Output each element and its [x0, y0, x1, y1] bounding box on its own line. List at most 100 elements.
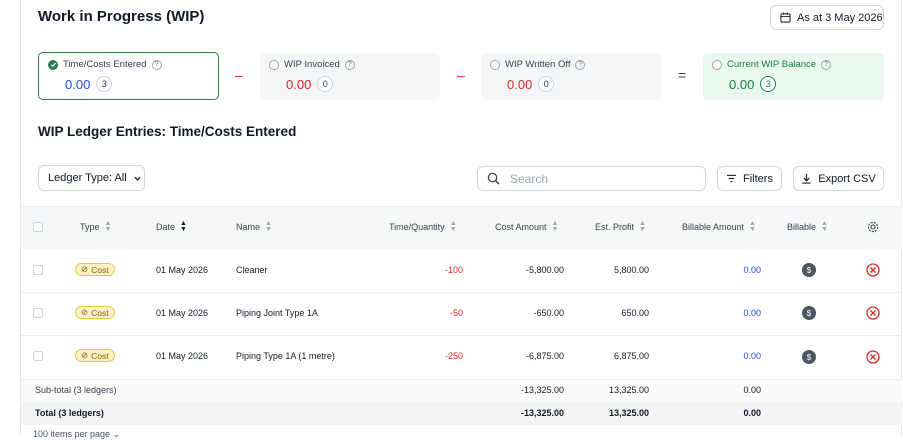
- billable-dollar-icon[interactable]: $: [802, 350, 816, 364]
- sort-icon: ▲ ▼: [749, 220, 756, 233]
- column-header-name[interactable]: Name ▲ ▼: [236, 220, 272, 233]
- subtotal-label: Sub-total (3 ledgers): [35, 385, 117, 395]
- sort-icon: ▲ ▼: [180, 220, 187, 233]
- filters-button[interactable]: Filters: [717, 166, 782, 191]
- summary-card-wip-written-off[interactable]: WIP Written Off ? 0.00 0: [481, 53, 662, 100]
- row-quantity: -50: [449, 308, 463, 318]
- summary-card-wip-invoiced[interactable]: WIP Invoiced ? 0.00 0: [260, 53, 440, 100]
- sort-icon: ▲ ▼: [449, 220, 457, 233]
- subtotal-profit: 13,325.00: [608, 385, 649, 395]
- summary-card-count: 0: [538, 76, 555, 92]
- row-quantity: -100: [444, 265, 463, 275]
- radio-icon: [490, 59, 500, 70]
- subtotal-cost: -13,325.00: [520, 385, 564, 395]
- row-name: Cleaner: [236, 265, 268, 275]
- select-all-checkbox[interactable]: [33, 222, 43, 232]
- summary-card-count: 3: [760, 76, 777, 92]
- billable-dollar-icon[interactable]: $: [802, 306, 816, 320]
- row-checkbox[interactable]: [33, 351, 43, 361]
- total-cost: -13,325.00: [520, 408, 564, 418]
- billable-dollar-icon[interactable]: $: [802, 263, 816, 277]
- help-icon[interactable]: ?: [151, 59, 162, 70]
- chevron-down-icon: [134, 176, 141, 181]
- row-date: 01 May 2026: [156, 308, 209, 318]
- row-checkbox[interactable]: [33, 265, 43, 275]
- type-tag: ⊘ Cost: [75, 306, 115, 319]
- row-cost-amount: -5,800.00: [525, 265, 564, 275]
- summary-card-label: Current WIP Balance: [727, 59, 817, 70]
- summary-card-value: 0.00: [729, 76, 755, 92]
- equals-operator: =: [678, 67, 687, 83]
- export-csv-label: Export CSV: [818, 172, 876, 185]
- summary-card-value: 0.00: [286, 76, 312, 92]
- link-icon: ⊘: [81, 307, 89, 317]
- row-date: 01 May 2026: [156, 351, 209, 361]
- row-billable-amount[interactable]: 0.00: [681, 351, 761, 361]
- search-box[interactable]: [477, 166, 706, 191]
- page-title: Work in Progress (WIP): [38, 8, 205, 25]
- help-icon[interactable]: ?: [821, 59, 832, 70]
- summary-card-value: 0.00: [65, 76, 91, 92]
- summary-card-count: 0: [317, 76, 334, 92]
- column-header-billable-amount[interactable]: Billable Amount ▲ ▼: [682, 220, 756, 233]
- row-est-profit: 650.00: [621, 308, 649, 318]
- summary-card-time-costs-entered[interactable]: Time/Costs Entered ? 0.00 3: [38, 52, 219, 100]
- row-date: 01 May 2026: [156, 265, 209, 275]
- search-icon: [487, 172, 500, 185]
- subtotal-billable-amount: 0.00: [743, 385, 761, 395]
- sort-icon: ▲ ▼: [265, 220, 272, 233]
- settings-gear-icon[interactable]: [867, 221, 879, 233]
- summary-card-value: 0.00: [507, 76, 533, 92]
- download-icon: [802, 173, 811, 184]
- table-header: [21, 206, 902, 249]
- summary-card-current-wip-balance[interactable]: Current WIP Balance ? 0.00 3: [703, 53, 884, 100]
- summary-card-label: WIP Written Off: [505, 59, 571, 70]
- column-header-time-quantity[interactable]: Time/Quantity ▲ ▼: [389, 220, 457, 233]
- help-icon[interactable]: ?: [344, 59, 355, 70]
- ledger-type-dropdown[interactable]: Ledger Type: All: [38, 165, 145, 191]
- export-csv-button[interactable]: Export CSV: [793, 166, 884, 191]
- minus-operator: –: [457, 67, 465, 83]
- type-tag: ⊘ Cost: [75, 263, 115, 276]
- column-header-billable[interactable]: Billable ▲ ▼: [787, 220, 828, 233]
- delete-icon[interactable]: [866, 263, 880, 277]
- filter-icon: [727, 174, 737, 183]
- row-cost-amount: -6,875.00: [525, 351, 564, 361]
- row-billable-amount[interactable]: 0.00: [681, 308, 761, 318]
- delete-icon[interactable]: [866, 306, 880, 320]
- column-header-date[interactable]: Date ▲ ▼: [156, 220, 187, 233]
- delete-icon[interactable]: [866, 350, 880, 364]
- summary-card-label: WIP Invoiced: [284, 59, 340, 70]
- summary-card-label: Time/Costs Entered: [63, 59, 147, 70]
- row-name: Piping Joint Type 1A: [236, 308, 318, 318]
- total-billable-amount: 0.00: [743, 408, 761, 418]
- sort-icon: ▲ ▼: [104, 220, 112, 233]
- subtotal-row: [21, 380, 902, 402]
- search-input[interactable]: [508, 170, 692, 187]
- as-at-date-button[interactable]: As at 3 May 2026: [770, 5, 884, 30]
- row-est-profit: 6,875.00: [613, 351, 649, 361]
- ledger-type-label: Ledger Type: All: [48, 172, 127, 184]
- row-quantity: -250: [444, 351, 463, 361]
- filters-label: Filters: [743, 172, 773, 185]
- total-label: Total (3 ledgers): [35, 408, 104, 418]
- column-header-cost-amount[interactable]: Cost Amount ▲ ▼: [495, 220, 559, 233]
- link-icon: ⊘: [81, 264, 89, 274]
- sort-icon: ▲ ▼: [639, 220, 646, 233]
- column-header-type[interactable]: Type ▲ ▼: [80, 220, 112, 233]
- total-row: [21, 402, 902, 425]
- total-profit: 13,325.00: [608, 408, 649, 418]
- sort-icon: ▲ ▼: [551, 220, 559, 233]
- help-icon[interactable]: ?: [575, 59, 586, 70]
- ledger-section-title: WIP Ledger Entries: Time/Costs Entered: [38, 124, 297, 139]
- summary-card-count: 3: [96, 76, 113, 92]
- sort-icon: ▲ ▼: [821, 220, 828, 233]
- row-billable-amount[interactable]: 0.00: [681, 265, 761, 275]
- row-checkbox[interactable]: [33, 308, 43, 318]
- radio-icon: [269, 59, 279, 70]
- check-icon: [48, 59, 58, 70]
- column-header-est-profit[interactable]: Est. Profit ▲ ▼: [595, 220, 646, 233]
- row-name: Piping Type 1A (1 metre): [236, 351, 335, 361]
- as-at-date-label: As at 3 May 2026: [797, 11, 883, 24]
- row-divider: [21, 335, 902, 336]
